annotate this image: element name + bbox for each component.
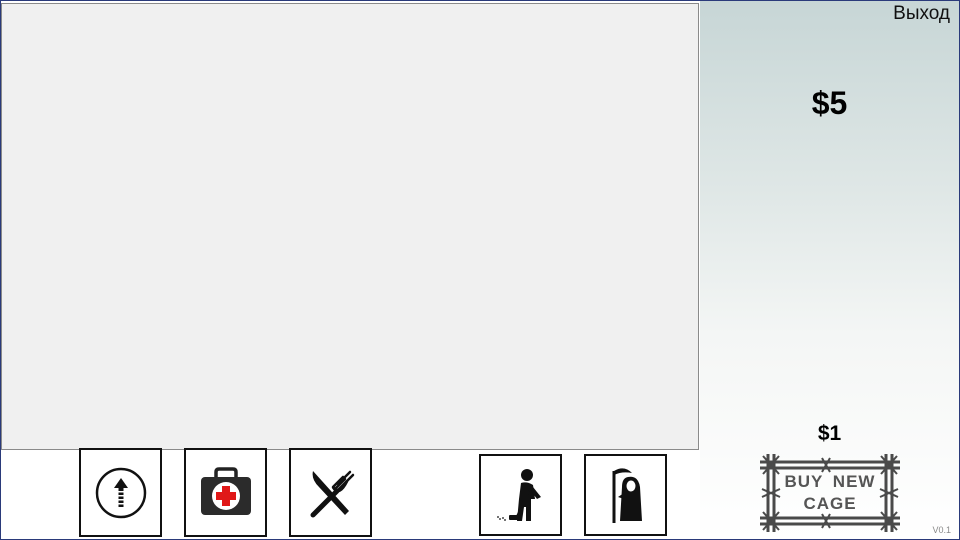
fork-knife-icon <box>310 470 354 517</box>
clean-button[interactable] <box>479 454 562 536</box>
buy-cage-label-line1: BUY NEW <box>784 472 876 491</box>
upgrade-button[interactable] <box>79 448 162 537</box>
arrow-up-circle-icon <box>95 467 146 518</box>
version-label: V0.1 <box>932 525 951 535</box>
feed-button[interactable] <box>289 448 372 537</box>
reaper-button[interactable] <box>584 454 667 536</box>
buy-cage-label-line2: CAGE <box>803 494 857 513</box>
heal-button[interactable] <box>184 448 267 537</box>
sweeping-janitor-icon <box>496 469 541 521</box>
first-aid-kit-icon <box>200 466 251 515</box>
money-counter: $5 <box>811 85 848 121</box>
buy-new-cage-button[interactable]: BUY NEW CAGE <box>758 452 902 534</box>
cage-price-label: $1 <box>817 422 842 445</box>
exit-link[interactable]: Выход <box>893 3 950 25</box>
game-playfield[interactable] <box>1 3 699 450</box>
grim-reaper-icon <box>612 468 642 523</box>
